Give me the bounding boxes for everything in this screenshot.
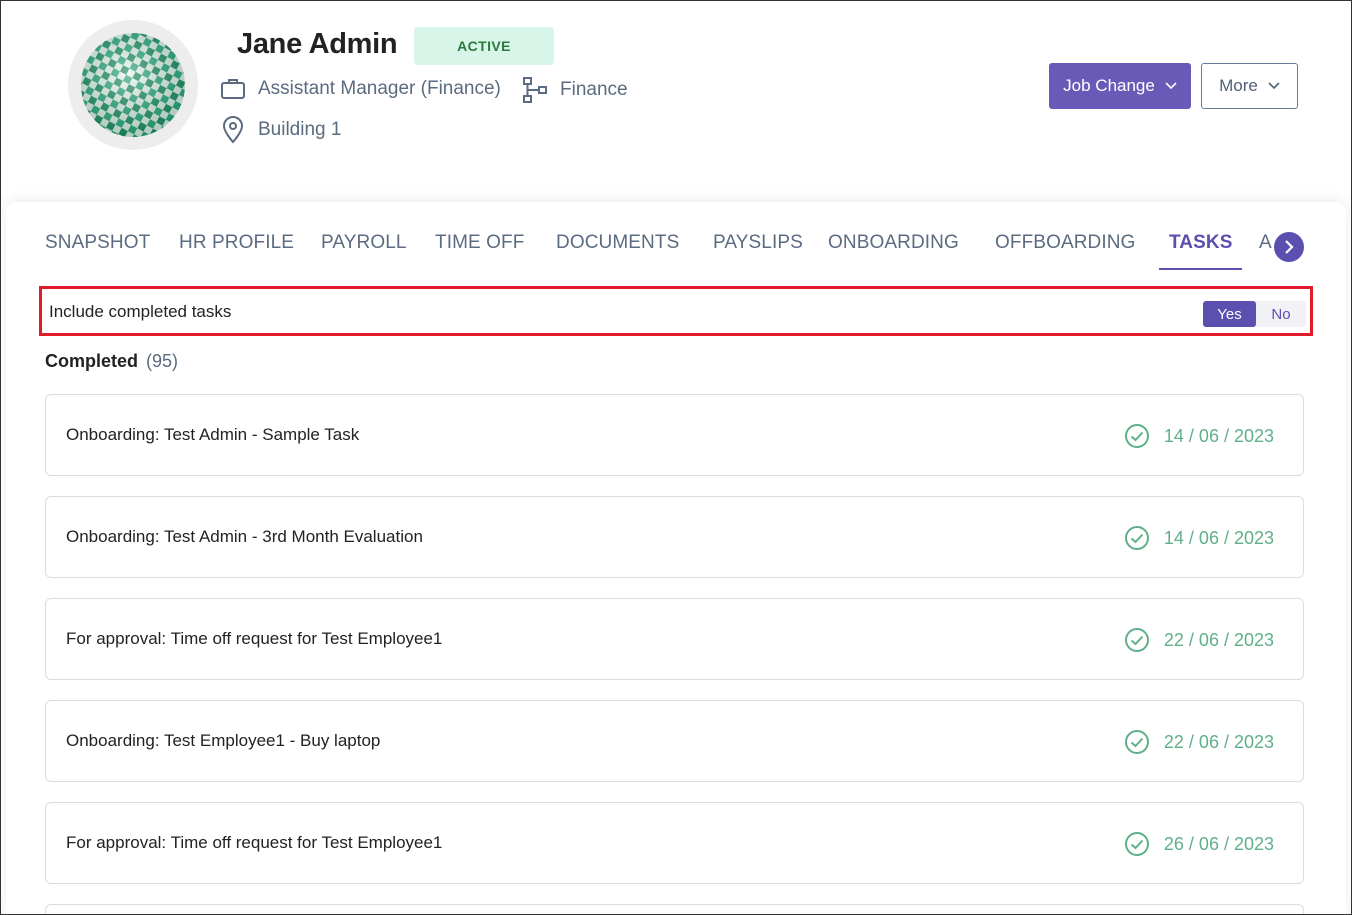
job-change-button[interactable]: Job Change	[1049, 63, 1191, 109]
profile-content-card: SNAPSHOT HR PROFILE PAYROLL TIME OFF DOC…	[6, 202, 1346, 915]
task-completed-date: 22 / 06 / 2023	[1124, 627, 1274, 653]
profile-header: Jane Admin ACTIVE Assistant Manager (Fin…	[0, 0, 1352, 200]
include-completed-label: Include completed tasks	[49, 302, 232, 321]
briefcase-icon	[221, 79, 245, 99]
check-circle-icon	[1124, 832, 1149, 856]
task-title: For approval: Time off request for Test …	[66, 629, 443, 648]
include-completed-filter: Include completed tasks Yes No	[39, 286, 1313, 336]
task-completed-date: 22 / 06 / 2023	[1124, 729, 1274, 755]
task-item[interactable]: For approval: Time off request for Test …	[45, 598, 1304, 680]
employee-name: Jane Admin	[237, 28, 398, 60]
task-date-text: 26 / 06 / 2023	[1163, 833, 1274, 854]
tab-offboarding[interactable]: OFFBOARDING	[995, 232, 1135, 270]
completed-heading: Completed (95)	[45, 351, 178, 372]
check-circle-icon	[1124, 730, 1149, 754]
task-completed-date: 26 / 06 / 2023	[1124, 831, 1274, 857]
tab-hr-profile[interactable]: HR PROFILE	[179, 232, 294, 270]
check-circle-icon	[1124, 424, 1149, 448]
task-completed-date: 14 / 06 / 2023	[1124, 525, 1274, 551]
task-item[interactable]: Onboarding: Test Admin - Sample Task 14 …	[45, 394, 1304, 476]
tab-payslips[interactable]: PAYSLIPS	[713, 232, 803, 270]
check-circle-icon	[1124, 526, 1149, 550]
tab-payroll[interactable]: PAYROLL	[321, 232, 407, 270]
tabs-scroll-right-button[interactable]	[1274, 232, 1304, 262]
completed-count: (95)	[146, 351, 179, 371]
position-info: Assistant Manager (Finance)	[220, 76, 501, 102]
location-info: Building 1	[220, 116, 341, 144]
task-item-partial[interactable]	[45, 904, 1304, 915]
task-title: Onboarding: Test Employee1 - Buy laptop	[66, 731, 381, 750]
more-button[interactable]: More	[1201, 63, 1298, 109]
task-item[interactable]: Onboarding: Test Admin - 3rd Month Evalu…	[45, 496, 1304, 578]
task-date-text: 22 / 06 / 2023	[1163, 731, 1274, 752]
task-date-text: 22 / 06 / 2023	[1163, 629, 1274, 650]
toggle-yes-option[interactable]: Yes	[1203, 301, 1256, 327]
task-title: Onboarding: Test Admin - Sample Task	[66, 425, 360, 444]
task-item[interactable]: Onboarding: Test Employee1 - Buy laptop …	[45, 700, 1304, 782]
avatar	[68, 20, 198, 150]
location-label: Building 1	[258, 119, 342, 140]
task-title: For approval: Time off request for Test …	[66, 833, 443, 852]
task-date-text: 14 / 06 / 2023	[1163, 425, 1274, 446]
include-completed-toggle[interactable]: Yes No	[1203, 301, 1306, 327]
task-completed-date: 14 / 06 / 2023	[1124, 423, 1274, 449]
department-label: Finance	[560, 79, 628, 100]
status-badge: ACTIVE	[414, 27, 554, 65]
task-date-text: 14 / 06 / 2023	[1163, 527, 1274, 548]
tab-documents[interactable]: DOCUMENTS	[556, 232, 679, 270]
chevron-right-icon	[1285, 240, 1294, 254]
tab-bar: SNAPSHOT HR PROFILE PAYROLL TIME OFF DOC…	[6, 202, 1346, 272]
completed-heading-label: Completed	[45, 351, 139, 371]
tab-time-off[interactable]: TIME OFF	[435, 232, 524, 270]
department-info: Finance	[522, 76, 628, 104]
chevron-down-icon	[1268, 82, 1280, 90]
map-pin-icon	[222, 116, 244, 144]
tab-onboarding[interactable]: ONBOARDING	[828, 232, 959, 270]
avatar-globe-image	[68, 20, 198, 150]
tab-snapshot[interactable]: SNAPSHOT	[45, 232, 150, 270]
tab-truncated[interactable]: A	[1259, 232, 1275, 270]
position-label: Assistant Manager (Finance)	[258, 78, 501, 99]
check-circle-icon	[1124, 628, 1149, 652]
chevron-down-icon	[1165, 82, 1177, 90]
task-item[interactable]: For approval: Time off request for Test …	[45, 802, 1304, 884]
tab-tasks[interactable]: TASKS	[1159, 232, 1243, 270]
org-chart-icon	[523, 77, 547, 103]
toggle-no-option[interactable]: No	[1256, 301, 1306, 327]
job-change-label: Job Change	[1063, 76, 1155, 95]
more-label: More	[1219, 76, 1258, 95]
task-title: Onboarding: Test Admin - 3rd Month Evalu…	[66, 527, 423, 546]
